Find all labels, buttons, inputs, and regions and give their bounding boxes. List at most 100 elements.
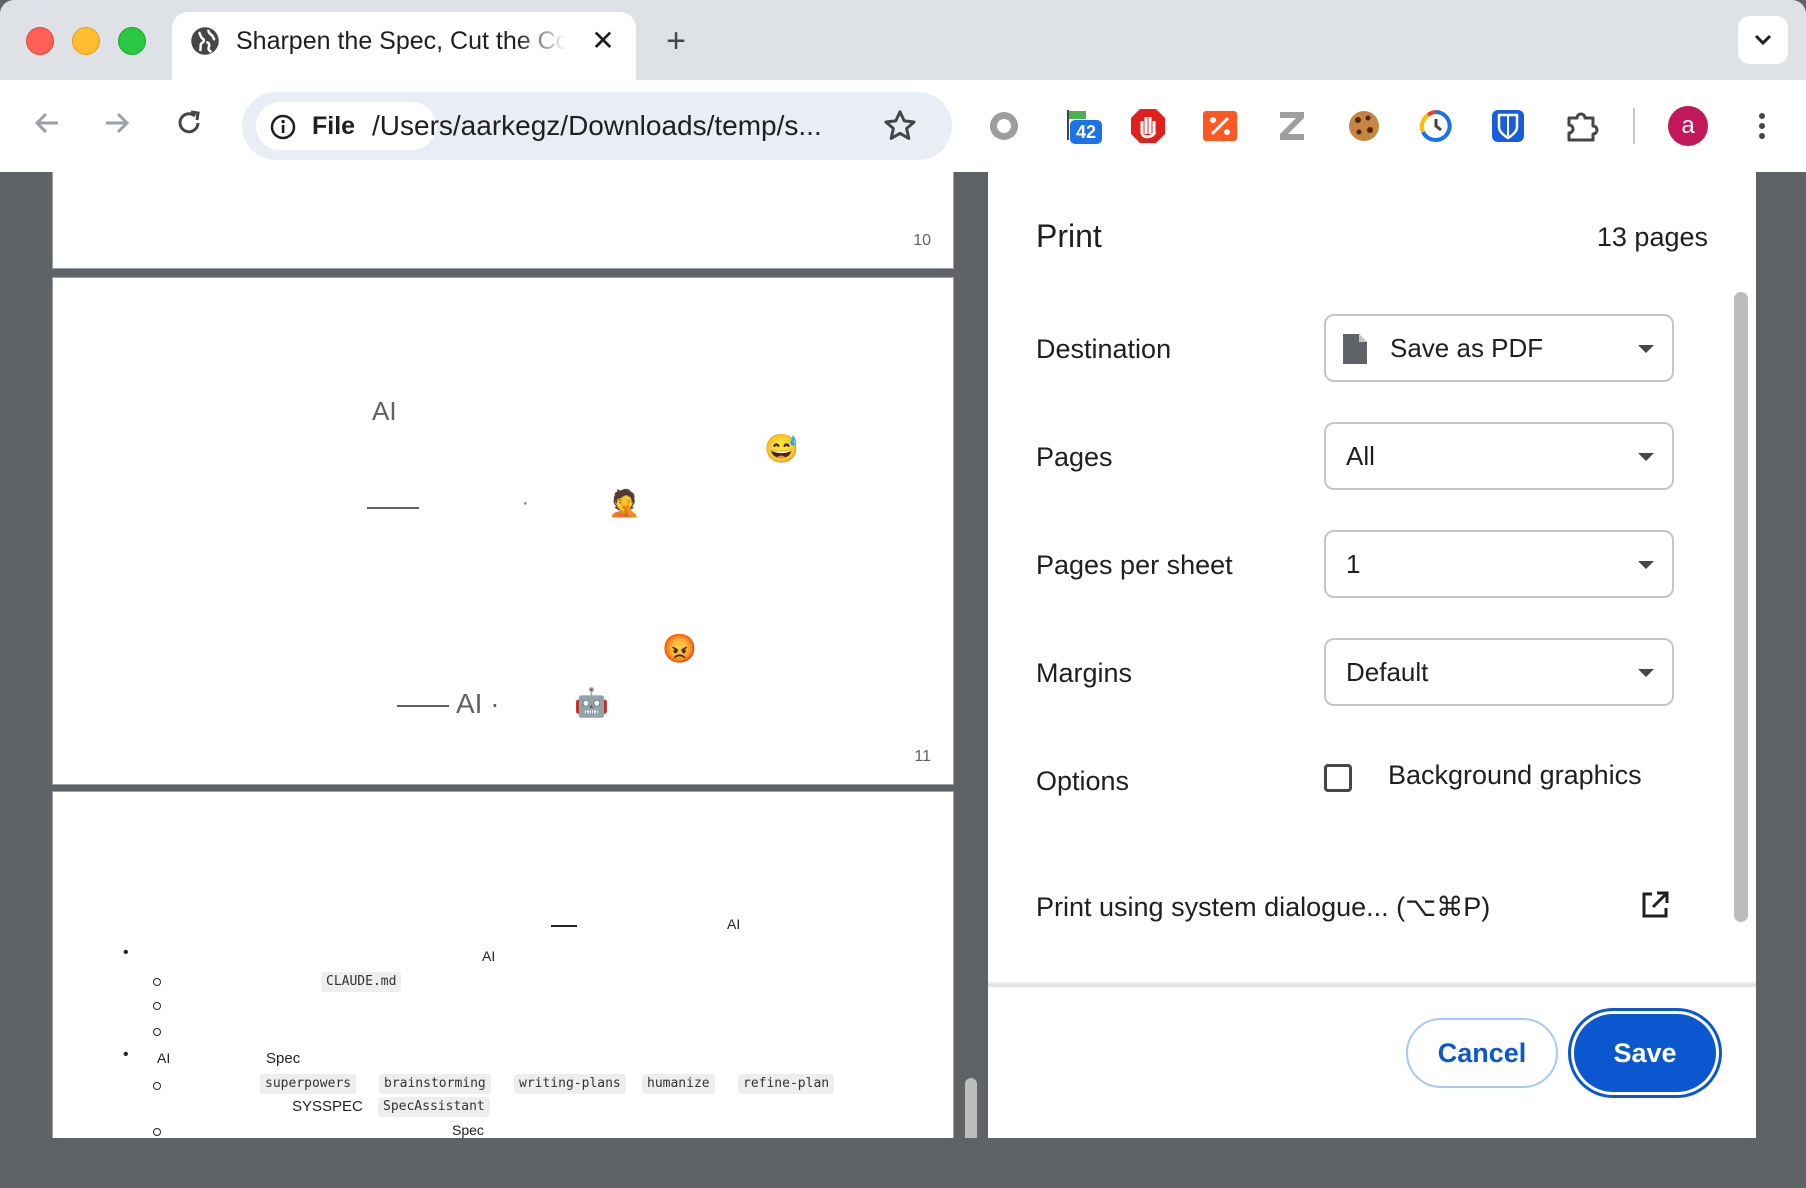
- badge-extension-icon[interactable]: 42: [1062, 106, 1102, 146]
- code-writing-plans: writing-plans: [514, 1074, 626, 1094]
- extension-badge: 42: [1070, 120, 1102, 144]
- sub-bullet: [153, 1082, 161, 1090]
- code-specassistant: SpecAssistant: [378, 1097, 490, 1117]
- cookie-icon[interactable]: [1344, 106, 1384, 146]
- margins-value: Default: [1346, 657, 1429, 687]
- page-dot: ·: [522, 492, 529, 514]
- print-preview[interactable]: 10 AI 😅 · 🤦 😡 AI · 🤖 11 AI • AI CLAUDE.m…: [0, 172, 988, 1138]
- dialog-title: Print: [1036, 218, 1102, 254]
- destination-value: Save as PDF: [1390, 333, 1544, 363]
- options-label: Options: [1036, 766, 1130, 796]
- list-item-spec: Spec: [266, 1050, 301, 1067]
- background-graphics-label[interactable]: Background graphics: [1388, 760, 1642, 791]
- sub-bullet: [153, 1128, 161, 1136]
- active-tab[interactable]: Sharpen the Spec, Cut the Context ✕: [172, 12, 636, 80]
- list-bullet: •: [123, 944, 129, 961]
- preview-page-10: 10: [53, 172, 953, 268]
- angry-face-emoji: 😡: [662, 633, 697, 664]
- dropdown-caret-icon: [1638, 669, 1654, 677]
- em-dash: [551, 925, 577, 927]
- back-button[interactable]: [24, 100, 70, 146]
- save-button[interactable]: Save: [1574, 1014, 1716, 1092]
- pages-per-sheet-value: 1: [1346, 549, 1361, 579]
- forward-arrow-icon: [106, 112, 130, 134]
- code-superpowers: superpowers: [260, 1074, 357, 1094]
- maximize-window-button[interactable]: [118, 27, 146, 55]
- em-dash: [367, 507, 419, 509]
- destination-select[interactable]: Save as PDF: [1324, 314, 1674, 382]
- new-tab-button[interactable]: +: [656, 22, 696, 62]
- info-icon: [270, 114, 296, 140]
- reload-icon: [178, 110, 200, 134]
- pages-per-sheet-label: Pages per sheet: [1036, 550, 1233, 580]
- open-external-icon[interactable]: [1640, 890, 1670, 920]
- pages-select[interactable]: All: [1324, 422, 1674, 490]
- code-refine-plan: refine-plan: [738, 1074, 835, 1094]
- spec-text: Spec: [452, 1122, 484, 1138]
- background-graphics-checkbox[interactable]: [1324, 764, 1352, 792]
- minimize-window-button[interactable]: [72, 27, 100, 55]
- document-icon: [1343, 334, 1367, 364]
- pages-per-sheet-select[interactable]: 1: [1324, 530, 1674, 598]
- sub-bullet: [153, 1002, 161, 1010]
- toolbar: File /Users/aarkegz/Downloads/temp/s... …: [0, 80, 1806, 172]
- code-brainstorming: brainstorming: [379, 1074, 491, 1094]
- chevron-down-icon: [1754, 34, 1772, 46]
- margins-label: Margins: [1036, 658, 1133, 688]
- facepalm-emoji: 🤦: [608, 488, 641, 518]
- browser-window: Sharpen the Spec, Cut the Context ✕ + Fi…: [0, 0, 1806, 1188]
- sysspec-text: SYSSPEC: [292, 1098, 363, 1115]
- em-dash: [397, 705, 449, 707]
- tab-title: Sharpen the Spec, Cut the Context: [236, 27, 566, 55]
- destination-label: Destination: [1036, 334, 1172, 364]
- system-dialog-link[interactable]: Print using system dialogue... (⌥⌘P): [1036, 892, 1490, 923]
- dialog-footer-divider: [988, 984, 1756, 987]
- dropdown-caret-icon: [1638, 453, 1654, 461]
- page-text-ai-bottom: AI ·: [456, 688, 500, 719]
- cancel-button[interactable]: Cancel: [1406, 1018, 1558, 1088]
- sweat-smile-emoji: 😅: [764, 433, 799, 464]
- more-menu-icon[interactable]: [1742, 106, 1782, 146]
- bitwarden-icon[interactable]: [1488, 106, 1528, 146]
- url-text[interactable]: /Users/aarkegz/Downloads/temp/s...: [372, 109, 872, 143]
- file-label: File: [312, 112, 356, 140]
- page-number: 11: [914, 748, 931, 765]
- tab-search-button[interactable]: [1738, 16, 1788, 64]
- window-bottom: [0, 1138, 1806, 1188]
- code-humanize: humanize: [642, 1074, 715, 1094]
- list-item-ai: AI: [157, 1050, 171, 1066]
- sub-bullet: [153, 1028, 161, 1036]
- dropdown-caret-icon: [1638, 345, 1654, 353]
- toolbar-divider: [1633, 108, 1635, 144]
- dropdown-caret-icon: [1638, 561, 1654, 569]
- percent-extension-icon[interactable]: [1200, 106, 1240, 146]
- reload-button[interactable]: [166, 100, 212, 146]
- margins-select[interactable]: Default: [1324, 638, 1674, 706]
- page-count: 13 pages: [1596, 222, 1708, 252]
- address-bar[interactable]: File /Users/aarkegz/Downloads/temp/s...: [242, 92, 952, 160]
- globe-icon: [191, 27, 219, 55]
- back-arrow-icon: [34, 112, 58, 134]
- tab-strip: Sharpen the Spec, Cut the Context ✕ +: [0, 0, 1806, 80]
- profile-avatar[interactable]: a: [1668, 106, 1708, 146]
- ublock-icon[interactable]: [1128, 106, 1168, 146]
- puzzle-icon[interactable]: [1562, 106, 1602, 146]
- timer-icon[interactable]: [1416, 106, 1456, 146]
- list-item-ai: AI: [482, 948, 496, 964]
- circle-extension-icon[interactable]: [984, 106, 1024, 146]
- forward-button[interactable]: [94, 100, 140, 146]
- dialog-scrollbar[interactable]: [1734, 292, 1748, 922]
- heading-ai: AI: [727, 916, 741, 932]
- tab-close-icon[interactable]: ✕: [588, 26, 618, 56]
- z-extension-icon[interactable]: [1272, 106, 1312, 146]
- print-dialog: Print 13 pages Destination Save as PDF P…: [988, 166, 1756, 1138]
- robot-emoji: 🤖: [574, 687, 609, 718]
- close-window-button[interactable]: [26, 27, 54, 55]
- list-bullet: •: [123, 1046, 129, 1063]
- preview-page-12: AI • AI CLAUDE.md • AI Spec superpowers …: [53, 792, 953, 1138]
- preview-scrollbar[interactable]: [965, 1078, 977, 1138]
- sub-bullet: [153, 978, 161, 986]
- pages-label: Pages: [1036, 442, 1113, 472]
- page-number: 10: [913, 232, 931, 249]
- bookmark-star-icon[interactable]: [882, 108, 918, 144]
